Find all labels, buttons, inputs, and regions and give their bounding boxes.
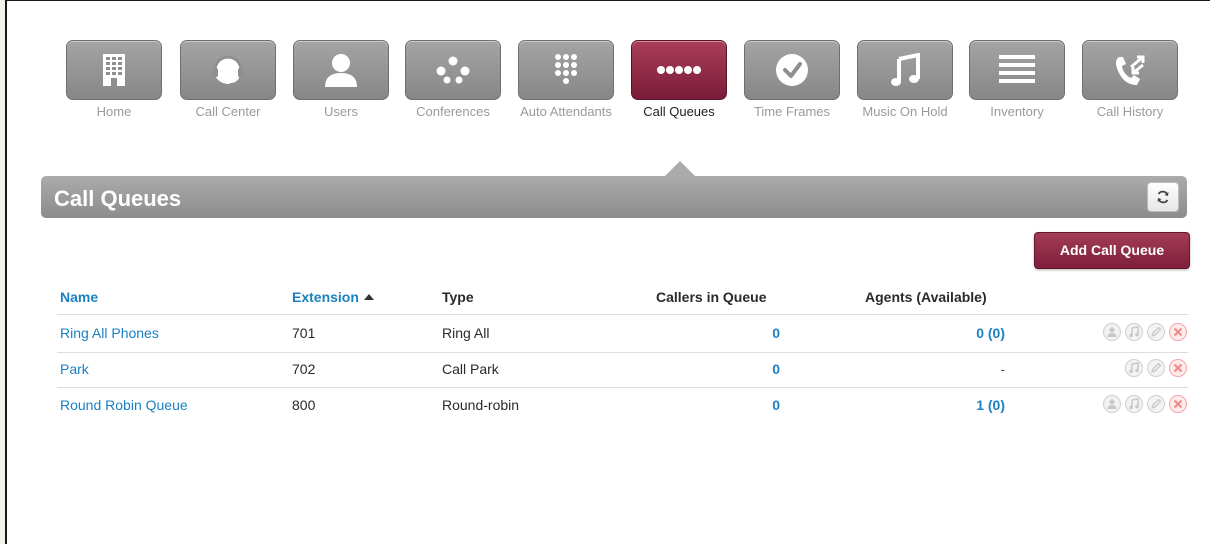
nav-label: Inventory <box>990 104 1044 119</box>
nav-label: Auto Attendants <box>520 104 612 119</box>
agents-available-link[interactable]: 0 (0) <box>905 325 1005 341</box>
edit-icon <box>1150 362 1162 374</box>
music-icon <box>1129 362 1139 374</box>
edit-icon <box>1150 398 1162 410</box>
nav-time-frames[interactable]: Time Frames <box>744 40 840 119</box>
nav-call-queues[interactable]: Call Queues <box>631 40 727 119</box>
queue-name-link[interactable]: Park <box>60 361 89 377</box>
refresh-icon <box>1157 190 1169 204</box>
nav-label: Time Frames <box>753 104 831 119</box>
nav-label: Home <box>96 104 132 119</box>
row-actions <box>1103 323 1189 343</box>
agents-available-link[interactable]: 1 (0) <box>905 397 1005 413</box>
queue-extension: 800 <box>292 397 316 413</box>
music-button[interactable] <box>1125 395 1143 413</box>
music-icon <box>1129 326 1139 338</box>
column-header-name[interactable]: Name <box>60 289 98 305</box>
nav-label: Music On Hold <box>862 104 948 119</box>
nav-home[interactable]: Home <box>66 40 162 119</box>
add-call-queue-button[interactable]: Add Call Queue <box>1034 232 1190 269</box>
headset-icon <box>213 55 243 85</box>
queue-name-link[interactable]: Round Robin Queue <box>60 397 188 413</box>
nav-conferences[interactable]: Conferences <box>405 40 501 119</box>
clock-icon <box>776 54 808 86</box>
window-top-border <box>0 0 1210 1</box>
column-header-extension-label: Extension <box>292 289 359 305</box>
nav-users[interactable]: Users <box>293 40 389 119</box>
row-actions <box>1103 395 1189 415</box>
nav-label: Conferences <box>416 104 490 119</box>
queue-type: Round-robin <box>442 397 520 413</box>
nav-auto-attendants[interactable]: Auto Attendants <box>518 40 614 119</box>
row-divider <box>57 352 1188 353</box>
row-divider <box>57 314 1188 315</box>
column-header-agents: Agents (Available) <box>865 289 987 305</box>
window-left-border <box>0 0 7 544</box>
music-button[interactable] <box>1125 323 1143 341</box>
music-button[interactable] <box>1125 359 1143 377</box>
agents-icon <box>1107 327 1117 337</box>
agents-button[interactable] <box>1103 395 1121 413</box>
building-icon <box>103 54 125 86</box>
edit-button[interactable] <box>1147 359 1165 377</box>
refresh-button[interactable] <box>1147 182 1179 212</box>
delete-button[interactable] <box>1169 359 1187 377</box>
music-icon <box>1129 398 1139 410</box>
main-nav: Home Call Center Users Conferences Auto … <box>66 40 1186 160</box>
queue-dots-icon <box>657 66 701 74</box>
edit-icon <box>1150 326 1162 338</box>
queue-type: Ring All <box>442 325 490 341</box>
delete-button[interactable] <box>1169 395 1187 413</box>
user-icon <box>325 54 357 87</box>
agents-icon <box>1107 399 1117 409</box>
conference-dots-icon <box>436 56 470 84</box>
row-divider <box>57 387 1188 388</box>
page-title: Call Queues <box>54 186 182 211</box>
nav-call-center[interactable]: Call Center <box>180 40 276 119</box>
list-lines-icon <box>999 55 1035 83</box>
agents-button[interactable] <box>1103 323 1121 341</box>
nav-label: Call History <box>1096 104 1164 119</box>
queue-name-link[interactable]: Ring All Phones <box>60 325 159 341</box>
column-header-callers: Callers in Queue <box>656 289 767 305</box>
row-actions <box>1103 359 1189 379</box>
queue-extension: 701 <box>292 325 316 341</box>
column-header-type: Type <box>442 289 474 305</box>
nav-label: Users <box>324 104 358 119</box>
section-header-bar: Call Queues <box>41 176 1187 218</box>
delete-icon <box>1173 363 1183 373</box>
callers-in-queue-link[interactable]: 0 <box>700 397 780 413</box>
column-header-extension[interactable]: Extension <box>292 289 374 305</box>
nav-call-history[interactable]: Call History <box>1082 40 1178 119</box>
callers-in-queue-link[interactable]: 0 <box>700 361 780 377</box>
queue-extension: 702 <box>292 361 316 377</box>
nav-inventory[interactable]: Inventory <box>969 40 1065 119</box>
nav-label: Call Queues <box>643 104 715 119</box>
music-note-icon <box>891 53 920 86</box>
edit-button[interactable] <box>1147 395 1165 413</box>
keypad-icon <box>555 54 577 84</box>
queue-type: Call Park <box>442 361 499 377</box>
sort-ascending-icon <box>363 294 374 300</box>
nav-label: Call Center <box>195 104 261 119</box>
edit-button[interactable] <box>1147 323 1165 341</box>
agents-available: - <box>1000 361 1005 377</box>
callers-in-queue-link[interactable]: 0 <box>700 325 780 341</box>
phone-arrows-icon <box>1116 55 1145 85</box>
active-tab-pointer <box>664 161 696 177</box>
delete-icon <box>1173 327 1183 337</box>
nav-music-on-hold[interactable]: Music On Hold <box>857 40 953 119</box>
delete-icon <box>1173 399 1183 409</box>
delete-button[interactable] <box>1169 323 1187 341</box>
